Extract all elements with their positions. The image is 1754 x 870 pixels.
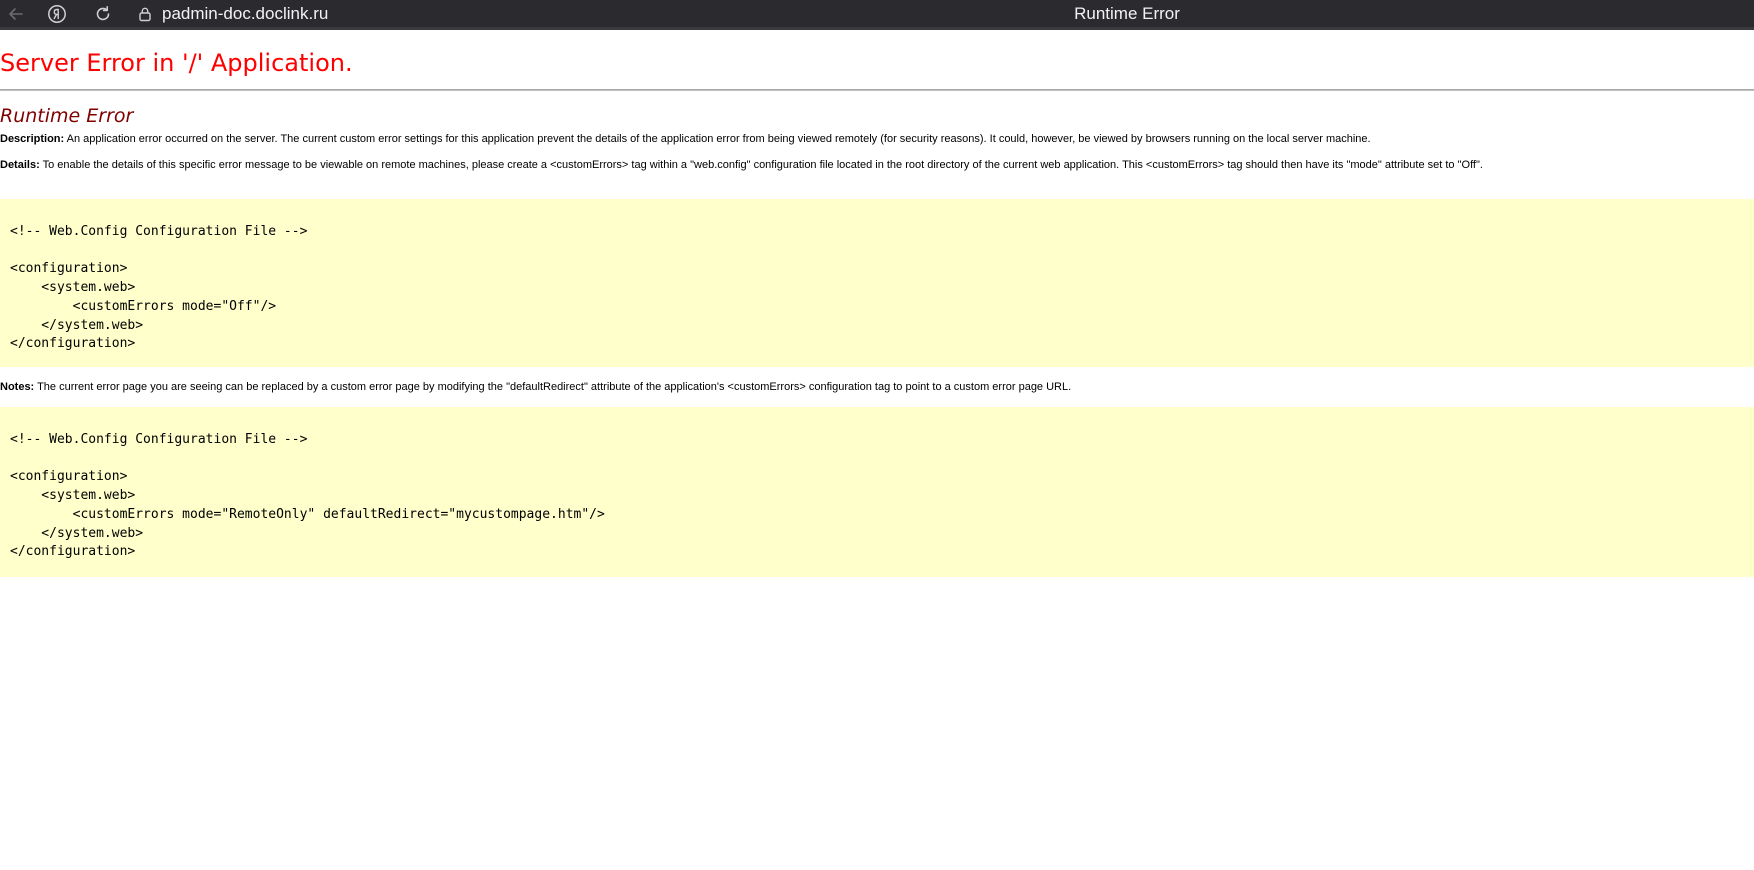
notes-label: Notes: [0,381,35,393]
description-label: Description: [0,133,65,145]
details-paragraph: Details: To enable the details of this s… [0,158,1483,172]
page-title: Server Error in '/' Application. [0,49,353,77]
divider [0,89,1754,91]
code-block-config-off: <!-- Web.Config Configuration File --> <… [0,199,1754,367]
description-paragraph: Description: An application error occurr… [0,132,1371,146]
details-label: Details: [0,159,40,171]
details-text: To enable the details of this specific e… [39,159,1483,171]
code-block-text: <!-- Web.Config Configuration File --> <… [10,224,308,352]
code-block-config-remoteonly: <!-- Web.Config Configuration File --> <… [0,407,1754,577]
code-block-text: <!-- Web.Config Configuration File --> <… [10,432,605,560]
error-subtitle: Runtime Error [0,105,134,127]
notes-paragraph: Notes: The current error page you are se… [0,380,1071,394]
description-text: An application error occurred on the ser… [64,133,1371,145]
page-tab-title: Runtime Error [1074,4,1180,23]
notes-text: The current error page you are seeing ca… [34,381,1072,393]
browser-toolbar: padmin-doc.doclink.ru Runtime Error [0,0,1754,30]
